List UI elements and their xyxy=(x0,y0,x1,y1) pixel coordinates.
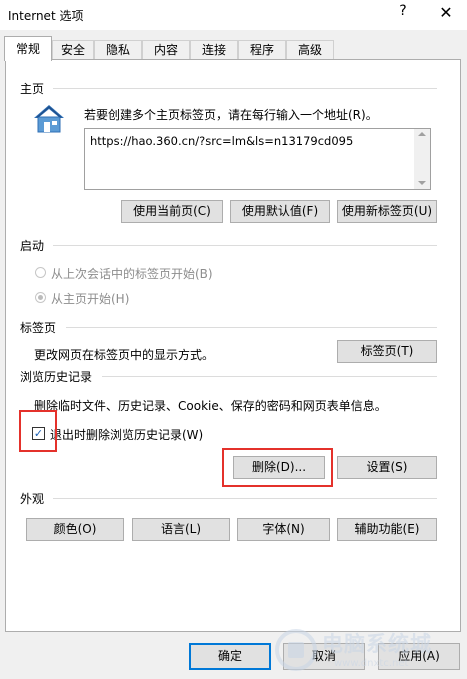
tab-security[interactable]: 安全 xyxy=(52,40,94,59)
startup-section-label: 启动 xyxy=(20,239,45,253)
tab-programs[interactable]: 程序 xyxy=(238,40,286,59)
use-default-button[interactable]: 使用默认值(F) xyxy=(230,200,330,223)
ok-button[interactable]: 确定 xyxy=(189,643,271,670)
languages-button[interactable]: 语言(L) xyxy=(132,518,230,541)
history-settings-button[interactable]: 设置(S) xyxy=(337,456,437,479)
tabs-section-label: 标签页 xyxy=(20,321,57,335)
tab-strip: 常规 安全 隐私 内容 连接 程序 高级 xyxy=(0,34,467,61)
window-title: Internet 选项 xyxy=(8,9,84,23)
close-button[interactable]: ✕ xyxy=(436,3,456,25)
colors-button[interactable]: 颜色(O) xyxy=(26,518,124,541)
tab-advanced[interactable]: 高级 xyxy=(286,40,334,59)
accessibility-button[interactable]: 辅助功能(E) xyxy=(337,518,437,541)
history-divider xyxy=(102,376,437,377)
history-description: 删除临时文件、历史记录、Cookie、保存的密码和网页表单信息。 xyxy=(34,399,387,413)
tab-connections[interactable]: 连接 xyxy=(190,40,238,59)
use-current-button[interactable]: 使用当前页(C) xyxy=(121,200,223,223)
tab-content[interactable]: 内容 xyxy=(142,40,190,59)
help-button[interactable]: ? xyxy=(396,3,410,25)
history-section-label: 浏览历史记录 xyxy=(20,370,93,384)
tabs-divider xyxy=(66,327,437,328)
watermark-text: 电脑系统城 xyxy=(322,632,432,656)
homepage-url-scrollbar[interactable] xyxy=(414,129,430,189)
watermark: 电脑系统城 www.dnxtc.net xyxy=(274,624,464,676)
watermark-subtext: www.dnxtc.net xyxy=(334,658,409,669)
house-icon xyxy=(32,103,66,133)
delete-on-exit-label: 退出时删除浏览历史记录(W) xyxy=(50,428,204,442)
highlight-delete-button xyxy=(222,448,333,487)
homepage-instruction: 若要创建多个主页标签页，请在每行输入一个地址(R)。 xyxy=(84,108,378,122)
tabs-settings-button[interactable]: 标签页(T) xyxy=(337,340,437,363)
radio-last-session[interactable] xyxy=(35,267,46,278)
fonts-button[interactable]: 字体(N) xyxy=(237,518,330,541)
radio-start-homepage[interactable] xyxy=(35,292,46,303)
appearance-section-label: 外观 xyxy=(20,492,45,506)
tab-privacy[interactable]: 隐私 xyxy=(94,40,142,59)
radio-start-homepage-label: 从主页开始(H) xyxy=(51,292,130,306)
tab-general[interactable]: 常规 xyxy=(4,36,52,61)
homepage-url-value: https://hao.360.cn/?src=lm&ls=n13179cd09… xyxy=(90,134,354,148)
tabs-description: 更改网页在标签页中的显示方式。 xyxy=(34,348,215,362)
startup-divider xyxy=(53,245,437,246)
radio-last-session-label: 从上次会话中的标签页开始(B) xyxy=(51,267,213,281)
homepage-section-label: 主页 xyxy=(20,82,45,96)
homepage-divider xyxy=(53,88,437,89)
use-new-tab-button[interactable]: 使用新标签页(U) xyxy=(337,200,437,223)
highlight-checkbox xyxy=(19,410,57,452)
appearance-divider xyxy=(53,498,437,499)
